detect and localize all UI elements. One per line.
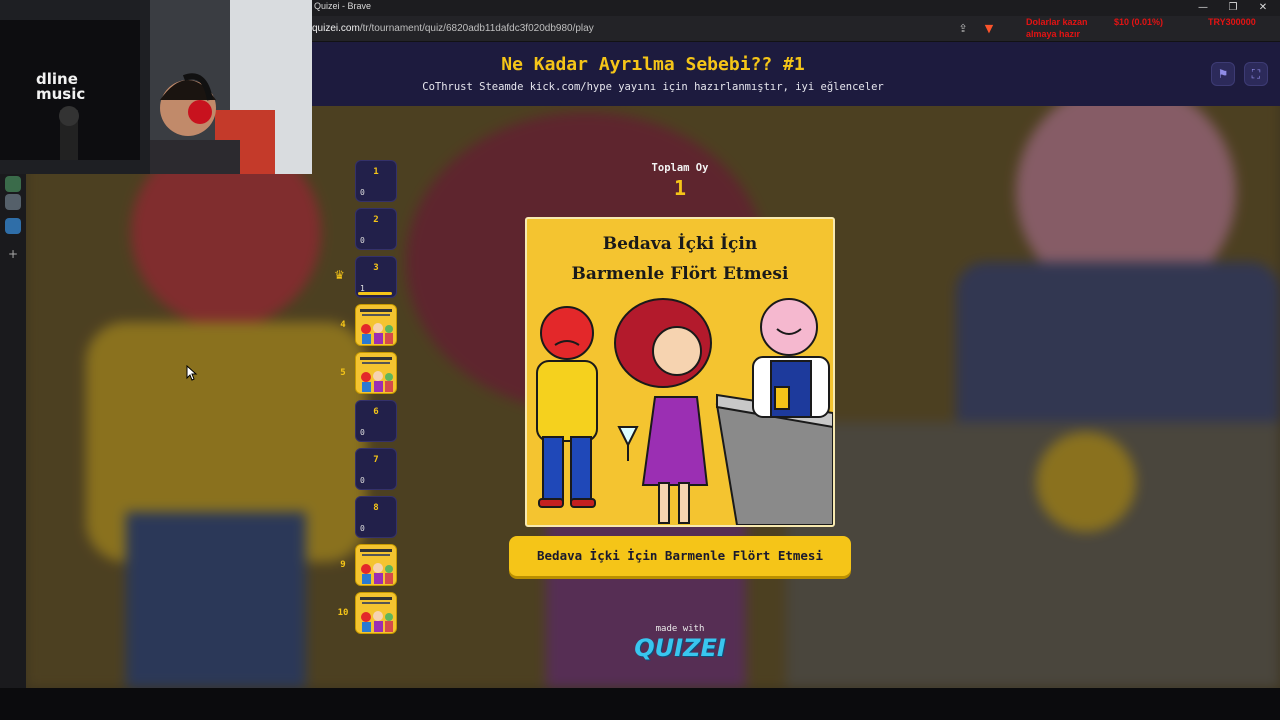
bracket-slot-votes: 0: [360, 476, 365, 485]
window-title: Quizei - Brave: [314, 1, 372, 11]
bracket-slot-number: 10: [337, 608, 349, 618]
report-flag-button[interactable]: ⚑: [1211, 62, 1235, 86]
card-illustration: [536, 298, 833, 525]
bracket-slot-number: 6: [373, 407, 379, 417]
total-votes-value: 1: [673, 176, 687, 200]
bracket-slot[interactable]: 31: [355, 256, 397, 298]
bracket-slot-thumbnail: [356, 305, 396, 345]
brave-shields-icon[interactable]: ▼: [980, 20, 998, 38]
browser-sidebar: +: [0, 174, 26, 688]
mouse-cursor-icon: [186, 365, 198, 381]
bracket-slot-number: 3: [373, 263, 379, 273]
bracket-slot-vote-bar: [358, 292, 392, 295]
bracket-slot-thumbnail: [356, 593, 396, 633]
stream-overlay-text: Dolarlar kazan: [1026, 17, 1088, 27]
sidebar-app-icon[interactable]: [5, 194, 21, 210]
bracket-slot-thumbnail: [356, 545, 396, 585]
screen: Quizei - Brave — ❐ ✕ quizei.com/tr/tourn…: [0, 0, 1280, 720]
bracket-slot[interactable]: [355, 304, 397, 346]
bracket-slot[interactable]: 70: [355, 448, 397, 490]
add-panel-icon[interactable]: +: [5, 246, 21, 262]
address-bar[interactable]: quizei.com/tr/tournament/quiz/6820adb11d…: [312, 19, 1002, 39]
bracket-slot-number: 8: [373, 503, 379, 513]
bracket-slot-number: 7: [373, 455, 379, 465]
card-caption: Bedava İçki İçin Barmenle Flört Etmesi: [527, 229, 833, 289]
bracket-slot[interactable]: 80: [355, 496, 397, 538]
bracket-slot[interactable]: 20: [355, 208, 397, 250]
sidebar-app-icon[interactable]: [5, 176, 21, 192]
bracket-slot[interactable]: 10: [355, 160, 397, 202]
minimize-icon[interactable]: —: [1188, 0, 1218, 16]
quizei-logo[interactable]: QUIZEI: [580, 634, 780, 662]
bracket-slot-number: 5: [340, 368, 346, 378]
bracket-slot-votes: 0: [360, 188, 365, 197]
bracket-slot-number: 4: [340, 320, 346, 330]
bracket-slot-number: 1: [373, 167, 379, 177]
restore-icon[interactable]: ❐: [1218, 0, 1248, 16]
fullscreen-button[interactable]: ⛶: [1244, 62, 1268, 86]
stream-overlay-goal: TRY300000: [1208, 17, 1256, 27]
url-host: quizei.com: [312, 23, 360, 34]
close-icon[interactable]: ✕: [1248, 0, 1278, 16]
share-icon[interactable]: ⇪: [954, 20, 972, 38]
webcam-overlay: dline music: [0, 0, 312, 174]
card-caption-line-2: Barmenle Flört Etmesi: [571, 264, 789, 284]
webcam-logo-text: dline music: [36, 70, 86, 103]
bracket-slot[interactable]: [355, 544, 397, 586]
bracket-slot[interactable]: [355, 592, 397, 634]
choice-button[interactable]: Bedava İçki İçin Barmenle Flört Etmesi: [509, 536, 851, 576]
card-caption-line-1: Bedava İçki İçin: [602, 234, 758, 254]
bracket-slot-thumbnail: [356, 353, 396, 393]
choice-card-image[interactable]: Bedava İçki İçin Barmenle Flört Etmesi: [525, 217, 835, 527]
bracket-slot-votes: 0: [360, 236, 365, 245]
total-votes-label: Toplam Oy: [651, 162, 709, 174]
bracket-slot-votes: 0: [360, 428, 365, 437]
bracket-slot-number: 9: [340, 560, 346, 570]
stream-overlay-text-2: almaya hazır: [1026, 29, 1081, 39]
taskbar-strip: [0, 688, 1280, 720]
bracket-slot[interactable]: 60: [355, 400, 397, 442]
bracket-slot[interactable]: [355, 352, 397, 394]
stream-overlay-value: $10 (0.01%): [1114, 17, 1164, 27]
sidebar-app-icon[interactable]: [5, 218, 21, 234]
made-with-label: made with: [655, 624, 705, 634]
bracket-slot-votes: 0: [360, 524, 365, 533]
url-path: /tr/tournament/quiz/6820adb11dafdc3f020d…: [359, 23, 594, 34]
bracket-slot-number: 2: [373, 215, 379, 225]
crown-icon: ♛: [334, 268, 345, 282]
